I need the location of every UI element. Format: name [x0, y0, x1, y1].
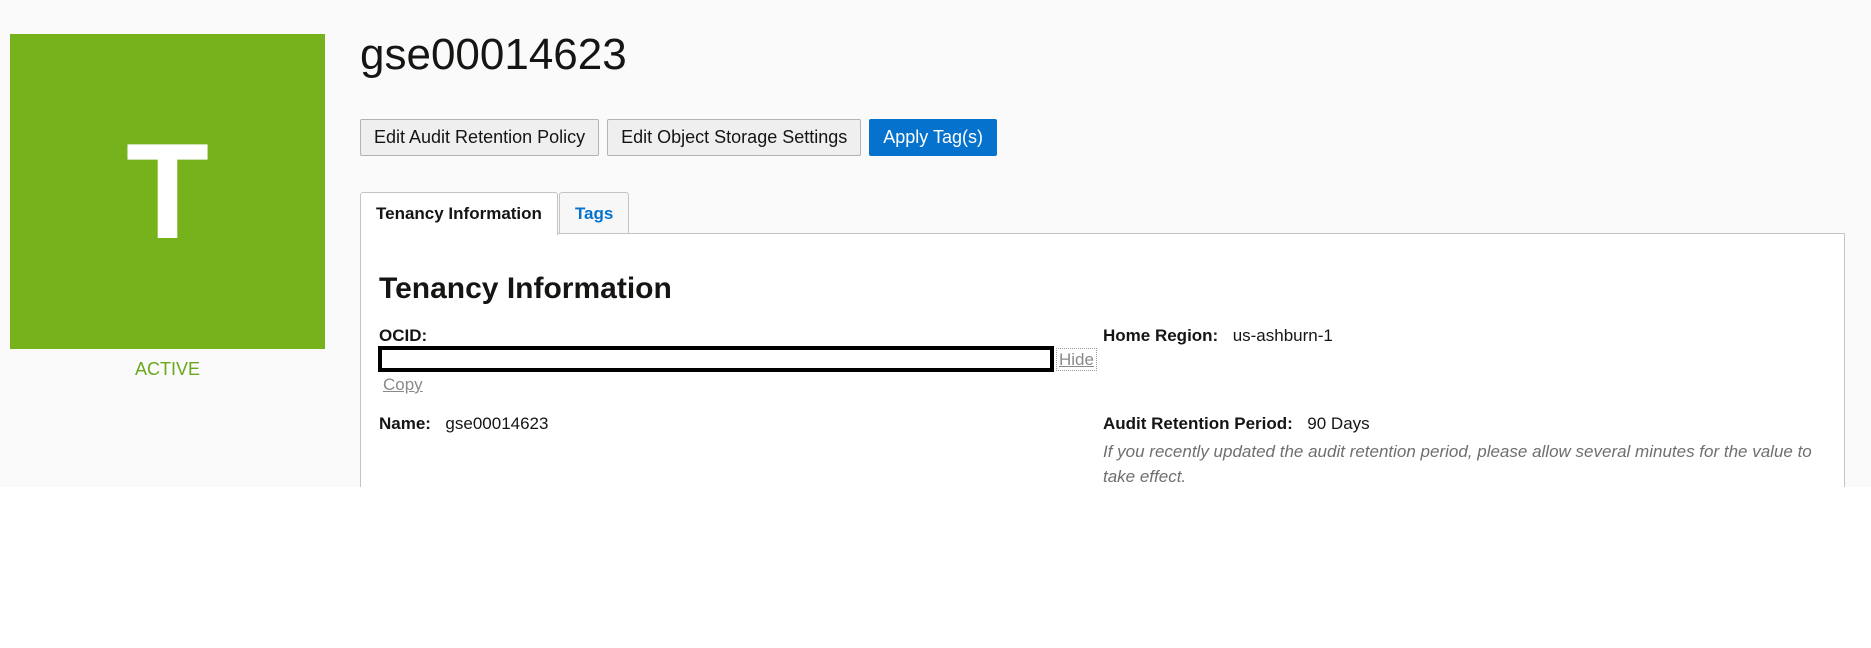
- avatar-letter: T: [125, 115, 210, 267]
- audit-retention-row: Audit Retention Period: 90 Days: [1103, 414, 1370, 434]
- tab-tags[interactable]: Tags: [558, 192, 630, 234]
- hide-ocid-link[interactable]: Hide: [1056, 348, 1097, 371]
- tenancy-details-page: T ACTIVE gse00014623 Edit Audit Retentio…: [0, 0, 1871, 487]
- ocid-row: OCID:: [379, 326, 427, 346]
- audit-retention-value: 90 Days: [1307, 414, 1370, 433]
- audit-retention-note: If you recently updated the audit retent…: [1103, 442, 1812, 486]
- panel-heading: Tenancy Information: [379, 272, 672, 305]
- action-toolbar: Edit Audit Retention Policy Edit Object …: [360, 119, 997, 156]
- ocid-label: OCID:: [379, 326, 428, 345]
- edit-object-storage-settings-button[interactable]: Edit Object Storage Settings: [607, 119, 862, 156]
- name-value: gse00014623: [445, 414, 549, 433]
- status-label: ACTIVE: [134, 359, 200, 379]
- tenancy-information-panel: Tenancy Information OCID: Hide Copy Name…: [360, 233, 1845, 487]
- edit-audit-retention-policy-button[interactable]: Edit Audit Retention Policy: [360, 119, 600, 156]
- tab-bar: Tenancy Information Tags: [360, 192, 630, 235]
- copy-ocid-link[interactable]: Copy: [383, 375, 423, 395]
- ocid-value-field[interactable]: [378, 346, 1054, 372]
- home-region-value: us-ashburn-1: [1232, 326, 1333, 345]
- audit-retention-label: Audit Retention Period:: [1103, 414, 1293, 433]
- tenancy-avatar: T: [10, 34, 325, 349]
- name-label: Name:: [379, 414, 431, 433]
- apply-tags-button[interactable]: Apply Tag(s): [869, 119, 997, 156]
- page-title: gse00014623: [360, 30, 627, 79]
- home-region-row: Home Region: us-ashburn-1: [1103, 326, 1333, 346]
- name-row: Name: gse00014623: [379, 414, 548, 434]
- tab-tenancy-information[interactable]: Tenancy Information: [360, 192, 558, 235]
- home-region-label: Home Region:: [1103, 326, 1219, 345]
